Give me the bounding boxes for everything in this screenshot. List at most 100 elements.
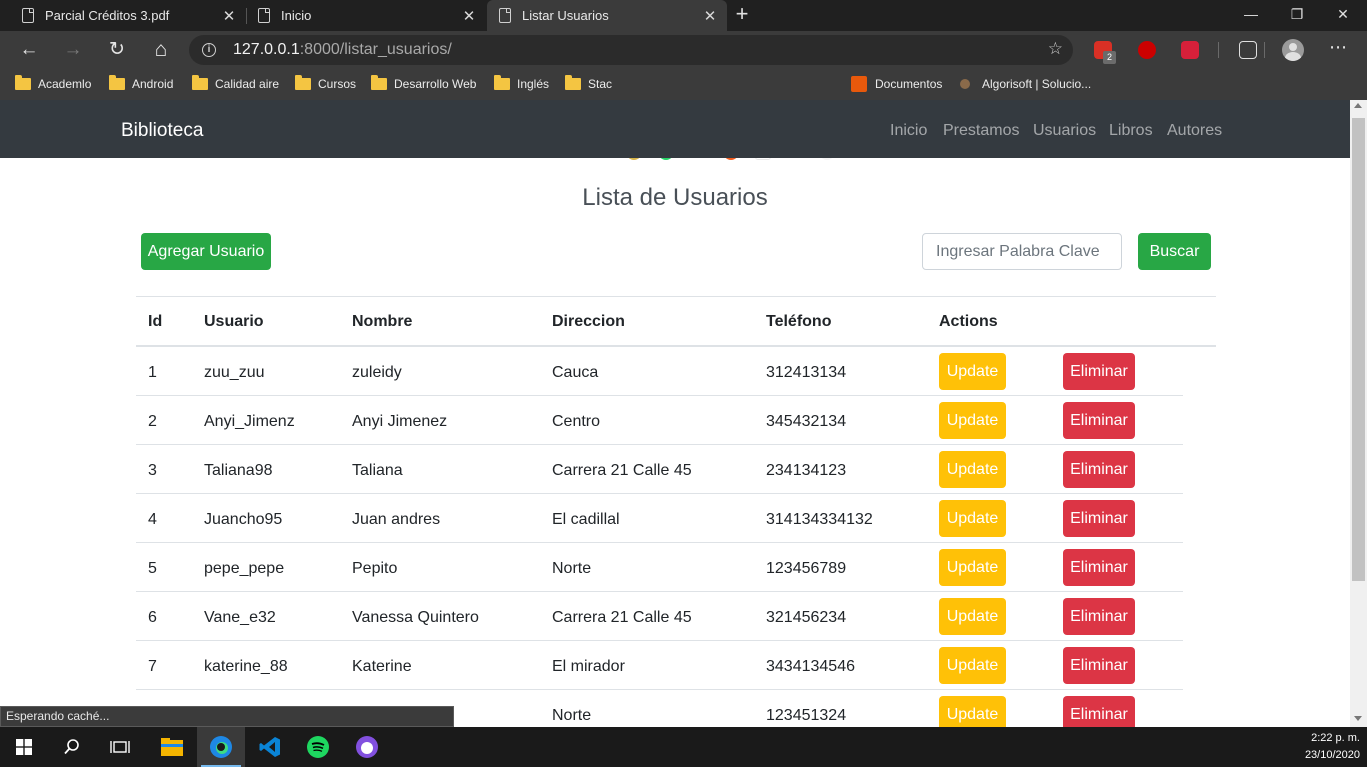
table-top-border (136, 296, 1216, 297)
task-view-button[interactable] (96, 727, 144, 767)
url-host: 127.0.0.1 (233, 41, 300, 58)
clock-date: 23/10/2020 (1304, 749, 1360, 761)
bookmark-cursos[interactable]: Cursos (295, 75, 356, 93)
bookmark-desarrollo-web[interactable]: Desarrollo Web (371, 75, 476, 93)
github-desktop-taskbar-button[interactable] (343, 727, 391, 767)
bookmark-stac[interactable]: Stac (565, 75, 612, 93)
edge-taskbar-button[interactable] (197, 727, 245, 767)
page-title: Lista de Usuarios (582, 184, 768, 211)
column-header-id: Id (148, 313, 163, 330)
scroll-down-arrow-icon[interactable] (1354, 716, 1362, 721)
update-button[interactable]: Update (939, 549, 1006, 586)
vscode-icon (259, 737, 280, 757)
cell-telefono: 123451324 (766, 707, 847, 724)
bookmark-android[interactable]: Android (109, 75, 173, 93)
bookmark-documentos[interactable]: Documentos (851, 75, 942, 93)
bookmark-academlo[interactable]: Academlo (15, 75, 91, 93)
cell-nombre: Vanessa Quintero (352, 609, 479, 626)
nav-link-usuarios[interactable]: Usuarios (1033, 122, 1096, 140)
delete-button[interactable]: Eliminar (1063, 451, 1135, 488)
update-button[interactable]: Update (939, 451, 1006, 488)
forward-button[interactable]: → (58, 35, 88, 65)
cell-nombre: Pepito (352, 560, 398, 577)
back-button[interactable]: ← (14, 35, 44, 65)
home-button[interactable]: ⌂ (146, 35, 176, 65)
cell-id: 7 (148, 658, 157, 675)
file-explorer-icon (161, 738, 183, 756)
nav-link-libros[interactable]: Libros (1109, 122, 1153, 140)
cell-id: 5 (148, 560, 157, 577)
cell-nombre: Juan andres (352, 511, 441, 528)
update-button[interactable]: Update (939, 647, 1006, 684)
vscode-taskbar-button[interactable] (246, 727, 294, 767)
tab-inicio[interactable]: Inicio ✕ (236, 0, 486, 31)
cell-direccion: Norte (552, 560, 592, 577)
close-window-button[interactable]: ✕ (1320, 0, 1366, 31)
delete-button[interactable]: Eliminar (1063, 598, 1135, 635)
page-scrollbar[interactable] (1350, 100, 1367, 727)
address-bar[interactable]: i 127.0.0.1:8000/listar_usuarios/ ☆ (189, 35, 1073, 65)
close-icon[interactable]: ✕ (462, 7, 476, 25)
info-icon[interactable]: i (202, 43, 216, 57)
search-taskbar-button[interactable] (48, 727, 96, 767)
cell-telefono: 345432134 (766, 413, 847, 430)
nav-link-inicio[interactable]: Inicio (890, 122, 927, 140)
tab-listar-usuarios[interactable]: Listar Usuarios ✕ (487, 0, 727, 31)
collections-icon[interactable] (1239, 41, 1257, 59)
cell-id: 3 (148, 462, 157, 479)
start-button[interactable] (0, 727, 48, 767)
folder-icon (371, 75, 387, 90)
cell-telefono: 234134123 (766, 462, 847, 479)
spotify-taskbar-button[interactable] (294, 727, 342, 767)
scroll-thumb[interactable] (1352, 118, 1365, 581)
bookmark-calidad-aire[interactable]: Calidad aire (192, 75, 279, 93)
bookmark-label: Cursos (318, 77, 357, 91)
column-header-direccion: Direccion (552, 313, 625, 330)
table-row: 7 katerine_88 Katerine El mirador 3434134546… (136, 641, 1183, 690)
cell-direccion: Cauca (552, 364, 599, 381)
delete-button[interactable]: Eliminar (1063, 549, 1135, 586)
update-button[interactable]: Update (939, 353, 1006, 390)
more-menu-button[interactable]: ⋯ (1326, 37, 1350, 58)
bookmark-algorisoft[interactable]: Algorisoft | Solucio... (960, 75, 1091, 93)
close-icon[interactable]: ✕ (222, 7, 236, 25)
search-button[interactable]: Buscar (1138, 233, 1211, 270)
cell-nombre: Taliana (352, 462, 403, 479)
brand-link[interactable]: Biblioteca (121, 120, 203, 142)
bookmark-ingles[interactable]: Inglés (494, 75, 549, 93)
nav-link-prestamos[interactable]: Prestamos (943, 122, 1019, 140)
bookmark-label: Android (132, 77, 174, 91)
windows-logo-icon (16, 739, 32, 755)
mendeley-extension-icon[interactable] (1181, 41, 1199, 59)
update-button[interactable]: Update (939, 402, 1006, 439)
system-clock[interactable]: 2:22 p. m. 23/10/2020 (1305, 730, 1360, 764)
spotify-icon (307, 736, 329, 758)
nav-link-autores[interactable]: Autores (1167, 122, 1222, 140)
file-explorer-taskbar-button[interactable] (148, 727, 196, 767)
delete-button[interactable]: Eliminar (1063, 353, 1135, 390)
cell-telefono: 314134334132 (766, 511, 873, 528)
url-text[interactable]: 127.0.0.1:8000/listar_usuarios/ (233, 41, 452, 59)
cell-usuario: Juancho95 (204, 511, 283, 528)
new-tab-button[interactable]: + (731, 2, 753, 28)
minimize-button[interactable]: — (1228, 0, 1274, 31)
adblock-extension-icon[interactable] (1138, 41, 1156, 59)
search-input[interactable] (922, 233, 1122, 270)
scroll-up-arrow-icon[interactable] (1354, 103, 1362, 108)
profile-avatar[interactable] (1282, 39, 1304, 61)
status-bar: Esperando caché... (0, 706, 454, 727)
update-button[interactable]: Update (939, 500, 1006, 537)
delete-button[interactable]: Eliminar (1063, 402, 1135, 439)
close-icon[interactable]: ✕ (703, 7, 717, 25)
document-icon (22, 8, 34, 23)
delete-button[interactable]: Eliminar (1063, 500, 1135, 537)
cell-id: 2 (148, 413, 157, 430)
refresh-button[interactable]: ↻ (102, 35, 132, 65)
maximize-button[interactable]: ❐ (1274, 0, 1320, 31)
favorite-star-icon[interactable]: ☆ (1048, 39, 1063, 59)
delete-button[interactable]: Eliminar (1063, 647, 1135, 684)
tab-pdf[interactable]: Parcial Créditos 3.pdf ✕ (0, 0, 246, 31)
add-user-button[interactable]: Agregar Usuario (141, 233, 271, 270)
folder-icon (109, 75, 125, 90)
update-button[interactable]: Update (939, 598, 1006, 635)
